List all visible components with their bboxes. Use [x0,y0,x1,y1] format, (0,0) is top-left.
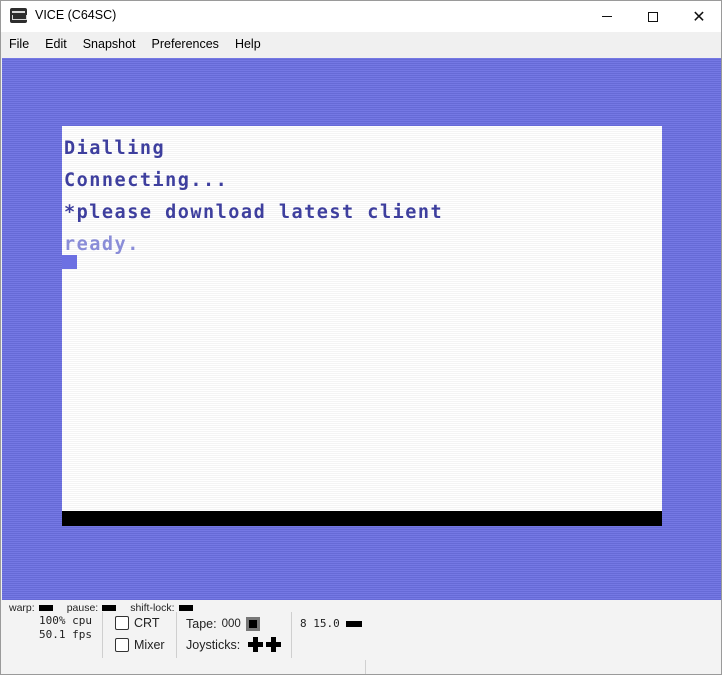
menu-snapshot[interactable]: Snapshot [75,32,144,56]
screen-line-connecting: Connecting... [64,170,229,191]
vice-app-icon [10,8,27,23]
joystick-2-icon [266,637,282,652]
tape-label: Tape: [186,617,217,631]
screen-line-ready: ready. [64,234,140,255]
menu-help[interactable]: Help [227,32,269,56]
close-icon: ✕ [692,6,706,26]
minimize-button[interactable] [584,1,630,32]
status-bar: warp: pause: shift-lock: 100% cpu 50.1 f… [1,600,721,674]
status-divider [291,612,292,658]
menu-preferences[interactable]: Preferences [144,32,227,56]
joystick-1-icon [248,637,264,652]
vice-window: VICE (C64SC) ✕ File Edit Snapshot Prefer… [0,0,722,675]
warp-led[interactable] [38,605,53,611]
drive-track: 8 15.0 [300,617,340,630]
crt-checkbox[interactable] [115,616,129,630]
menu-bar: File Edit Snapshot Preferences Help [1,32,721,56]
pause-led[interactable] [102,605,117,611]
screen-bottom-bar [62,511,662,526]
crt-label: CRT [134,616,160,630]
crt-toggle[interactable]: CRT [115,616,159,630]
window-title: VICE (C64SC) [35,8,117,22]
maximize-button[interactable] [630,1,676,32]
mixer-toggle[interactable]: Mixer [115,638,165,652]
shift-lock-label: shift-lock: [130,602,175,614]
tape-counter: 000 [221,618,241,630]
screen-line-download-message: *please download latest client [64,202,444,223]
drive-status[interactable]: 8 15.0 [300,617,362,630]
shift-lock-led[interactable] [178,605,193,611]
joystick-status[interactable]: Joysticks: [186,637,282,652]
status-divider [102,612,103,658]
tape-status[interactable]: Tape: 000 [186,617,260,631]
pause-label: pause: [66,602,99,614]
c64-screen[interactable]: Dialling Connecting... *please download … [62,126,662,526]
menu-file[interactable]: File [1,32,37,56]
cpu-usage: 100% cpu [39,614,92,627]
emulator-display[interactable]: Dialling Connecting... *please download … [2,58,721,600]
text-cursor [62,255,77,269]
fps-readout: 50.1 fps [39,628,92,641]
status-separator [365,660,366,674]
menu-edit[interactable]: Edit [37,32,75,56]
tape-stop-icon [245,617,260,631]
performance-readout: 100% cpu 50.1 fps [34,614,92,642]
warp-label: warp: [9,602,35,614]
joysticks-label: Joysticks: [186,637,241,652]
joystick-indicators [248,637,282,652]
mixer-checkbox[interactable] [115,638,129,652]
maximize-icon [648,11,658,22]
screen-line-dialling: Dialling [64,138,166,159]
close-button[interactable]: ✕ [676,1,721,32]
drive-led [345,620,362,627]
mixer-label: Mixer [134,638,165,652]
status-divider [176,612,177,658]
status-leds: warp: pause: shift-lock: [9,602,203,614]
minimize-icon [602,16,612,17]
title-bar[interactable]: VICE (C64SC) ✕ [1,1,721,32]
